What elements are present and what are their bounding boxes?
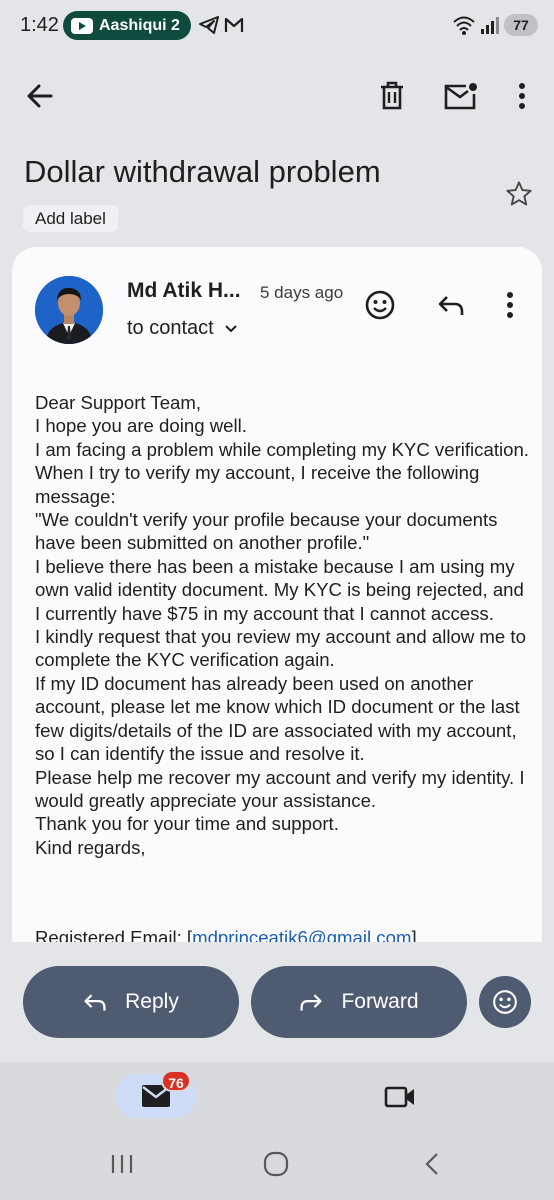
email-time: 5 days ago [260, 283, 344, 302]
forward-label: Forward [341, 990, 419, 1013]
forward-button[interactable]: Forward [251, 966, 467, 1038]
notification-pill[interactable]: Aashiqui 2 [63, 11, 191, 40]
reply-button[interactable]: Reply [23, 966, 239, 1038]
email-card: Md Atik H... 5 days ago to contact Dear … [12, 247, 542, 942]
delete-button[interactable] [372, 76, 412, 116]
recent-apps-button[interactable] [106, 1148, 138, 1180]
mark-unread-button[interactable] [441, 76, 481, 116]
meet-tab[interactable] [380, 1080, 420, 1114]
reply-icon [438, 296, 464, 315]
more-vert-icon [519, 83, 525, 109]
gmail-icon [224, 16, 244, 39]
star-icon [506, 181, 532, 206]
email-body: Dear Support Team, I hope you are doing … [35, 392, 529, 858]
back-arrow-icon [27, 84, 53, 108]
emoji-reaction-button[interactable] [479, 976, 531, 1028]
recipient-label: to contact [127, 317, 214, 339]
registered-email-line: Registered Email: [mdprinceatik6@gmail.c… [35, 927, 417, 942]
telegram-icon [199, 16, 219, 39]
more-options-button[interactable] [505, 76, 539, 116]
avatar[interactable] [35, 276, 103, 344]
forward-icon [300, 994, 323, 1011]
status-bar: 1:42 Aashiqui 2 77 [0, 0, 554, 52]
chevron-down-icon [225, 324, 237, 332]
delete-icon [381, 81, 403, 110]
unread-count-badge: 76 [161, 1070, 191, 1092]
home-icon [263, 1151, 289, 1177]
sender-name[interactable]: Md Atik H... [127, 279, 241, 303]
video-camera-icon [384, 1086, 414, 1108]
mark-unread-icon [444, 83, 477, 110]
recent-apps-icon [111, 1155, 133, 1173]
notification-app-label: Aashiqui 2 [99, 16, 180, 34]
status-time: 1:42 [20, 14, 59, 36]
wifi-icon [452, 14, 476, 41]
message-more-button[interactable] [498, 287, 522, 323]
registered-email-link[interactable]: mdprinceatik6@gmail.com [192, 927, 411, 942]
recipient-details-toggle[interactable]: to contact [127, 317, 238, 340]
email-subject: Dollar withdrawal problem [24, 154, 381, 189]
emoji-icon [365, 290, 395, 320]
system-back-button[interactable] [416, 1148, 448, 1180]
registered-email-suffix: ] [411, 927, 417, 942]
emoji-icon [493, 990, 517, 1014]
add-label-chip[interactable]: Add label [23, 205, 118, 232]
back-button[interactable] [20, 76, 60, 116]
youtube-icon [71, 17, 93, 34]
signal-icon [480, 15, 500, 40]
home-button[interactable] [260, 1148, 292, 1180]
back-chevron-icon [425, 1153, 438, 1175]
add-reaction-button[interactable] [362, 287, 398, 323]
reply-label: Reply [125, 990, 179, 1013]
bottom-navigation: 76 [0, 1062, 554, 1200]
reply-icon [84, 994, 106, 1011]
registered-email-label: Registered Email: [ [35, 927, 193, 942]
more-vert-icon [507, 292, 513, 318]
battery-indicator: 77 [504, 14, 538, 36]
reply-icon-button[interactable] [433, 287, 469, 323]
star-button[interactable] [502, 177, 536, 211]
